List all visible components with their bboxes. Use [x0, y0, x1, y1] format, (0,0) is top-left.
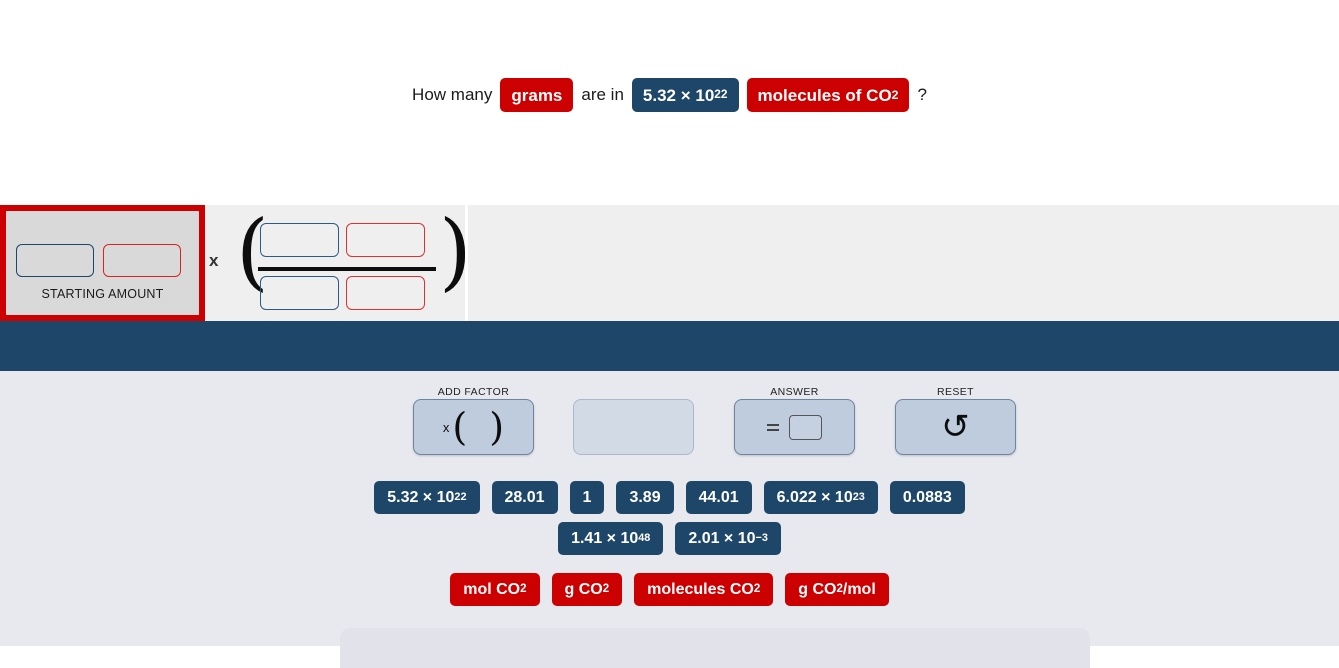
number-tile-mantissa: 0.0883	[902, 488, 952, 506]
question-substance-subscript: 2	[891, 87, 899, 102]
answer-icon	[767, 414, 822, 440]
blank-drop-target[interactable]	[573, 399, 694, 455]
answer-input-box[interactable]	[789, 414, 822, 440]
unit-tile[interactable]: g CO 2/mol	[785, 573, 889, 606]
status-band	[0, 321, 1339, 371]
multiplication-sign: x	[209, 251, 219, 270]
question-prefix: How many	[412, 85, 493, 104]
question-suffix: ?	[917, 85, 927, 104]
work-area-divider	[465, 205, 468, 321]
add-factor-icon: x()	[442, 405, 505, 449]
unit-tile-prefix: mol CO	[463, 580, 521, 598]
number-tile[interactable]: 0.0883	[889, 481, 965, 514]
number-tile-mantissa: 6.022 × 10	[776, 488, 853, 506]
denominator-unit-input[interactable]	[346, 276, 425, 310]
toolbar: ADD FACTOR x() ANSWER RESET ↺	[413, 386, 1018, 466]
question-statement: How many grams are in 5.32 × 10 22 molecu…	[0, 78, 1339, 112]
unit-tile[interactable]: molecules CO 2	[634, 573, 774, 606]
question-bar: How many grams are in 5.32 × 10 22 molecu…	[0, 0, 1339, 205]
number-tile-exponent: 23	[852, 491, 865, 504]
reset-label: RESET	[936, 386, 974, 398]
question-substance-tile: molecules of CO 2	[746, 78, 910, 112]
number-tile-exponent: 22	[454, 491, 467, 504]
fraction-bar	[258, 267, 436, 271]
numerator-unit-input[interactable]	[346, 223, 425, 257]
number-tile[interactable]: 6.022 × 10 23	[763, 481, 878, 514]
unit-tile-subscript: 2	[602, 582, 610, 595]
starting-amount-unit-input[interactable]	[103, 244, 181, 277]
unit-tile-subscript: 2	[520, 582, 527, 595]
number-tile-mantissa: 5.32 × 10	[387, 488, 455, 506]
number-tile-mantissa: 44.01	[698, 488, 739, 506]
unit-tile-prefix: molecules CO	[647, 580, 754, 598]
number-tiles-row-2: 1.41 × 10 48 2.01 × 10 −3	[0, 522, 1339, 555]
unit-tile-subscript: 2	[753, 582, 761, 595]
denominator-value-input[interactable]	[260, 276, 339, 310]
number-tile[interactable]: 1.41 × 10 48	[558, 522, 664, 555]
number-tile[interactable]: 3.89	[616, 481, 674, 514]
starting-amount-inputs	[16, 244, 181, 277]
denominator-row	[260, 276, 425, 310]
unit-tile-prefix: g CO	[798, 580, 837, 598]
undo-arrow-icon: ↺	[941, 408, 970, 446]
question-amount-exponent: 22	[714, 87, 728, 102]
number-tile-mantissa: 1	[582, 488, 592, 506]
number-tiles-row-1: 5.32 × 10 22 28.01 1 3.89 44.01 6.022 × 10 23 0.…	[0, 481, 1339, 514]
number-tile-mantissa: 28.01	[504, 488, 545, 506]
question-amount-mantissa: 5.32 × 10	[642, 85, 715, 105]
number-tile[interactable]: 28.01	[491, 481, 558, 514]
unit-tile[interactable]: mol CO 2	[450, 573, 540, 606]
equals-sign-icon	[767, 423, 779, 431]
unit-tile-suffix: /mol	[842, 580, 876, 598]
conversion-factor-group: ( )	[236, 209, 472, 311]
numerator-row	[260, 223, 425, 257]
starting-amount-label: STARTING AMOUNT	[41, 287, 164, 301]
number-tile[interactable]: 5.32 × 10 22	[374, 481, 480, 514]
question-target-unit-tile: grams	[500, 78, 574, 112]
tile-tray: ADD FACTOR x() ANSWER RESET ↺ 5.32 × 10 …	[0, 371, 1339, 668]
question-target-unit-label: grams	[511, 85, 563, 105]
number-tile[interactable]: 2.01 × 10 −3	[675, 522, 781, 555]
unit-tile[interactable]: g CO 2	[551, 573, 623, 606]
add-factor-button[interactable]: x()	[413, 399, 534, 455]
number-tile-mantissa: 1.41 × 10	[571, 529, 639, 547]
question-amount-tile: 5.32 × 10 22	[631, 78, 739, 112]
number-tile[interactable]: 1	[569, 481, 605, 514]
unit-tile-prefix: g CO	[564, 580, 603, 598]
number-tile-mantissa: 3.89	[629, 488, 661, 506]
answer-label: ANSWER	[770, 386, 819, 398]
number-tile-exponent: −3	[755, 532, 768, 545]
starting-amount-slot[interactable]: STARTING AMOUNT	[0, 205, 205, 321]
work-area: STARTING AMOUNT x ( )	[0, 205, 1339, 321]
number-tile-exponent: 48	[638, 532, 651, 545]
number-tile-mantissa: 2.01 × 10	[688, 529, 756, 547]
question-middle: are in	[581, 85, 624, 104]
reset-button[interactable]: ↺	[895, 399, 1016, 455]
answer-button[interactable]	[734, 399, 855, 455]
starting-amount-value-input[interactable]	[16, 244, 94, 277]
number-tile[interactable]: 44.01	[685, 481, 752, 514]
add-factor-label: ADD FACTOR	[437, 386, 510, 398]
tray-inner-panel	[340, 628, 1090, 668]
question-substance-label: molecules of CO	[757, 85, 892, 105]
numerator-value-input[interactable]	[260, 223, 339, 257]
unit-tiles-row: mol CO 2 g CO 2 molecules CO 2 g CO 2/mol	[0, 573, 1339, 606]
